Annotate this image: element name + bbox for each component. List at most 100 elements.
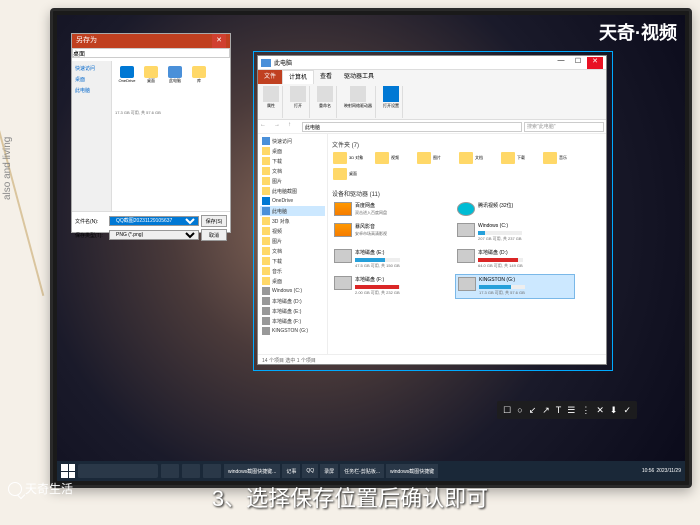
snip-tool-6[interactable]: ⋮ [581, 405, 590, 416]
snip-tool-2[interactable]: ↙ [529, 405, 537, 416]
sidebar-icon [262, 297, 270, 305]
taskbar-search[interactable] [78, 464, 158, 478]
start-button[interactable] [61, 464, 75, 478]
sidebar-item[interactable]: 本地磁盘 (F:) [260, 316, 325, 326]
ribbon-settings[interactable]: 打开设置 [380, 86, 403, 118]
up-button[interactable]: ↑ [288, 122, 300, 132]
dialog-titlebar[interactable]: 另存为 ✕ [72, 34, 230, 48]
folder-item[interactable]: 音乐 [542, 151, 582, 165]
sidebar-item[interactable]: 下载 [260, 256, 325, 266]
drive-item[interactable]: KINGSTON (G:)17.3 GB 可用, 共 57.6 GB [455, 274, 575, 299]
drive-item[interactable]: 百度网盘双击进入百度网盘 [332, 200, 452, 218]
devices-section-title[interactable]: 设备和驱动器 (11) [332, 187, 602, 200]
ribbon-network[interactable]: 映射网络驱动器 [341, 86, 376, 118]
drive-usage-info: 17.3 GB 可用, 共 57.6 GB [115, 110, 227, 116]
item-this-pc[interactable]: 此电脑 [165, 66, 185, 88]
sidebar-item[interactable]: Windows (C:) [260, 286, 325, 296]
sidebar-item[interactable]: 图片 [260, 236, 325, 246]
system-tray[interactable]: 10:56 2023/11/29 [642, 468, 681, 474]
sidebar-item[interactable]: 快速访问 [260, 136, 325, 146]
taskbar-task[interactable]: 录屏 [320, 464, 338, 478]
folders-section-title[interactable]: 文件夹 (7) [332, 138, 602, 151]
sidebar-item[interactable]: 下载 [260, 156, 325, 166]
drive-item[interactable]: 本地磁盘 (D:)64.0 GB 可用, 共 149 GB [455, 247, 575, 271]
dialog-address-bar[interactable]: 桌面 [72, 48, 230, 58]
taskbar-task[interactable]: 任务栏-剪贴板... [340, 464, 384, 478]
snip-tool-3[interactable]: ↗ [542, 405, 550, 416]
tab-computer[interactable]: 计算机 [282, 70, 314, 84]
back-button[interactable]: ← [260, 122, 272, 132]
sidebar-item[interactable]: 此电脑截图 [260, 186, 325, 196]
sidebar-icon [262, 137, 270, 145]
sidebar-item[interactable]: 此电脑 [260, 206, 325, 216]
nav-desktop[interactable]: 桌面 [74, 74, 109, 85]
sidebar-icon [262, 177, 270, 185]
maximize-button[interactable]: ☐ [570, 57, 586, 69]
sidebar-item[interactable]: 3D 对象 [260, 216, 325, 226]
snip-tool-4[interactable]: T [556, 405, 562, 415]
close-icon[interactable]: ✕ [212, 34, 226, 48]
sidebar-item[interactable]: 本地磁盘 (E:) [260, 306, 325, 316]
folder-item[interactable]: 图片 [416, 151, 456, 165]
save-button[interactable]: 保存(S) [201, 215, 227, 227]
task-view-button[interactable] [161, 464, 179, 478]
drive-item[interactable]: Windows (C:)207 GB 可用, 共 237 GB [455, 221, 575, 244]
taskbar-task[interactable]: 记事 [282, 464, 300, 478]
item-library[interactable]: 库 [189, 66, 209, 88]
dialog-file-area[interactable]: OneDrive 桌面 此电脑 库 17.3 GB 可用, 共 57.6 GB [112, 61, 230, 211]
ribbon-rename[interactable]: 重命名 [314, 86, 337, 118]
sidebar-icon [262, 277, 270, 285]
drive-item[interactable]: 腾讯视频 (32位) [455, 200, 575, 218]
sidebar-item[interactable]: 图片 [260, 176, 325, 186]
ribbon-properties[interactable]: 属性 [260, 86, 283, 118]
filename-input[interactable]: QQ截图20231129105637 [109, 216, 199, 226]
snip-tool-0[interactable]: ☐ [503, 405, 511, 416]
item-desktop[interactable]: 桌面 [141, 66, 161, 88]
explorer-main[interactable]: 文件夹 (7) 3D 对象视频图片文档下载音乐桌面 设备和驱动器 (11) 百度… [328, 134, 606, 354]
drive-item[interactable]: 本地磁盘 (E:)47.5 GB 可用, 共 150 GB [332, 247, 452, 271]
snip-tool-7[interactable]: ✕ [596, 405, 604, 416]
filetype-select[interactable]: PNG (*.png) [109, 230, 199, 240]
sidebar-item[interactable]: KINGSTON (G:) [260, 326, 325, 336]
folder-item[interactable]: 3D 对象 [332, 151, 372, 165]
pinned-app[interactable] [203, 464, 221, 478]
folder-item[interactable]: 下载 [500, 151, 540, 165]
sidebar-icon [262, 217, 270, 225]
tab-file[interactable]: 文件 [258, 70, 282, 84]
sidebar-item[interactable]: OneDrive [260, 196, 325, 206]
nav-quick-access[interactable]: 快速访问 [74, 63, 109, 74]
address-bar[interactable]: 此电脑 [302, 122, 522, 132]
ribbon-open[interactable]: 打开 [287, 86, 310, 118]
folder-item[interactable]: 桌面 [332, 167, 372, 181]
forward-button[interactable]: → [274, 122, 286, 132]
snip-tool-5[interactable]: ☰ [567, 405, 575, 416]
sidebar-item[interactable]: 桌面 [260, 146, 325, 156]
cancel-button[interactable]: 取消 [201, 229, 227, 241]
search-input[interactable]: 搜索"此电脑" [524, 122, 604, 132]
sidebar-item[interactable]: 文档 [260, 166, 325, 176]
taskbar-task[interactable]: windows截图快捷键 [386, 464, 438, 478]
tab-drive-tools[interactable]: 驱动器工具 [338, 70, 380, 84]
drive-item[interactable]: 本地磁盘 (F:)2.00 GB 可用, 共 232 GB [332, 274, 452, 299]
item-onedrive[interactable]: OneDrive [117, 66, 137, 88]
minimize-button[interactable]: — [553, 57, 569, 69]
sidebar-item[interactable]: 音乐 [260, 266, 325, 276]
nav-this-pc[interactable]: 此电脑 [74, 85, 109, 96]
sidebar-item[interactable]: 本地磁盘 (D:) [260, 296, 325, 306]
snip-tool-8[interactable]: ⬇ [610, 405, 618, 416]
drive-item[interactable]: 暴风影音安卓市场高清影视 [332, 221, 452, 244]
tab-view[interactable]: 查看 [314, 70, 338, 84]
sidebar-icon [262, 267, 270, 275]
taskbar-task[interactable]: windows截图快捷键... [224, 464, 280, 478]
snip-tool-1[interactable]: ○ [517, 405, 522, 415]
sidebar-item[interactable]: 桌面 [260, 276, 325, 286]
snip-tool-9[interactable]: ✓ [623, 405, 631, 416]
folder-item[interactable]: 文档 [458, 151, 498, 165]
folder-item[interactable]: 视频 [374, 151, 414, 165]
pinned-app[interactable] [182, 464, 200, 478]
close-button[interactable]: ✕ [587, 57, 603, 69]
explorer-titlebar[interactable]: 此电脑 — ☐ ✕ [258, 56, 606, 70]
sidebar-item[interactable]: 文档 [260, 246, 325, 256]
taskbar-task[interactable]: QQ [302, 464, 318, 478]
sidebar-item[interactable]: 视频 [260, 226, 325, 236]
